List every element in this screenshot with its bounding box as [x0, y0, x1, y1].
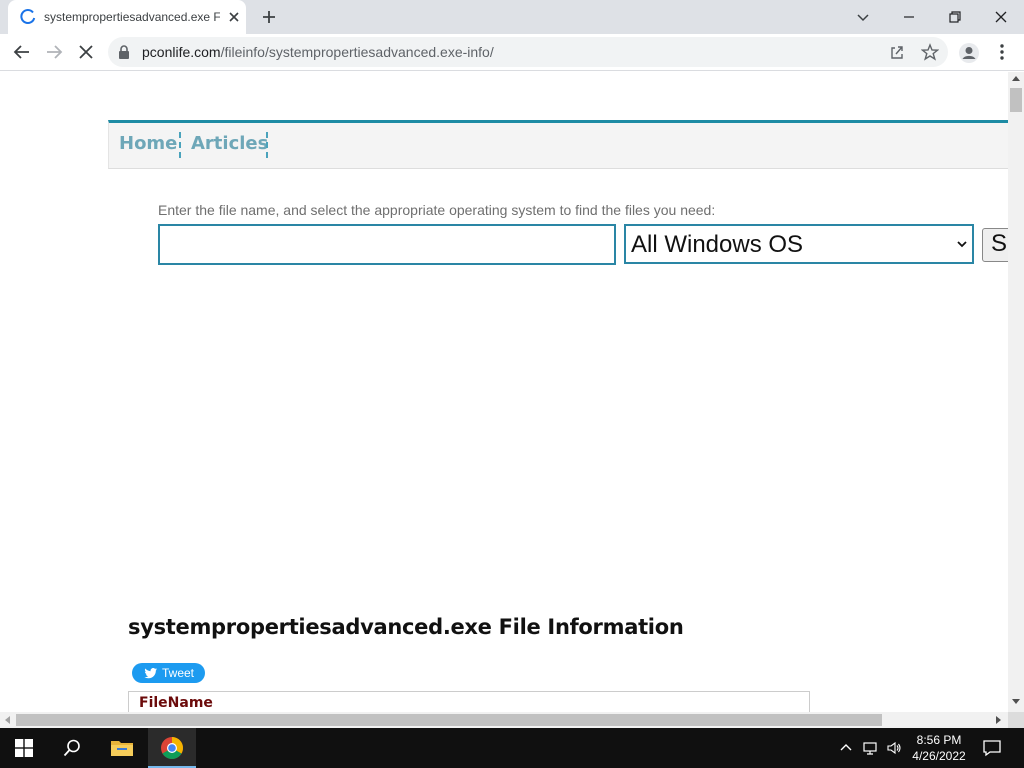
tweet-label: Tweet	[162, 666, 195, 680]
browser-toolbar: pconlife.com/fileinfo/systempropertiesad…	[0, 34, 1024, 71]
twitter-bird-icon	[144, 668, 158, 679]
stop-loading-icon[interactable]	[76, 42, 96, 62]
restore-icon[interactable]	[944, 6, 966, 28]
profile-avatar-icon[interactable]	[958, 42, 980, 64]
horizontal-scroll-thumb[interactable]	[16, 714, 882, 726]
new-tab-icon[interactable]	[260, 8, 278, 26]
nav-separator	[179, 132, 181, 158]
taskbar-file-explorer[interactable]	[98, 728, 146, 768]
network-icon[interactable]	[862, 740, 878, 756]
scroll-up-arrow-icon[interactable]	[1012, 76, 1020, 81]
scrollbar-corner	[1008, 712, 1024, 728]
tab-title: systempropertiesadvanced.exe File Inform…	[44, 10, 220, 24]
os-select-value: All Windows OS	[631, 231, 804, 258]
file-name-input[interactable]	[158, 224, 616, 265]
chevron-down-icon	[957, 241, 967, 248]
scroll-right-arrow-icon[interactable]	[996, 716, 1001, 724]
file-info-table: FileName	[128, 691, 810, 712]
search-icon	[63, 739, 80, 757]
browser-menu-icon[interactable]	[992, 42, 1012, 62]
tab-strip: systempropertiesadvanced.exe File Inform…	[0, 0, 1024, 34]
search-hint: Enter the file name, and select the appr…	[158, 202, 716, 218]
horizontal-scrollbar[interactable]	[0, 712, 1008, 728]
windows-start-icon	[15, 739, 33, 757]
minimize-icon[interactable]	[898, 6, 920, 28]
os-select[interactable]: All Windows OS	[624, 224, 974, 264]
windows-taskbar: 8:56 PM 4/26/2022	[0, 728, 1024, 768]
scroll-left-arrow-icon[interactable]	[5, 716, 10, 724]
page-viewport: Home Articles Enter the file name, and s…	[0, 72, 1008, 712]
chrome-icon	[161, 737, 183, 759]
start-button[interactable]	[0, 728, 48, 768]
close-window-icon[interactable]	[990, 6, 1012, 28]
show-hidden-icons-chevron-icon[interactable]	[838, 740, 854, 756]
vertical-scrollbar[interactable]	[1008, 72, 1024, 712]
table-header-filename: FileName	[139, 695, 213, 711]
page-title: systempropertiesadvanced.exe File Inform…	[128, 615, 684, 639]
address-bar[interactable]: pconlife.com/fileinfo/systempropertiesad…	[108, 37, 948, 67]
clock-date: 4/26/2022	[912, 749, 966, 763]
share-icon[interactable]	[889, 44, 905, 60]
site-navigation: Home Articles	[108, 120, 1008, 169]
taskbar-chrome[interactable]	[148, 728, 196, 768]
nav-link-home[interactable]: Home	[119, 133, 177, 154]
taskbar-search-button[interactable]	[48, 728, 96, 768]
scroll-down-arrow-icon[interactable]	[1012, 699, 1020, 704]
loading-spinner-icon	[20, 9, 36, 24]
file-explorer-icon	[111, 741, 133, 756]
url-path: /fileinfo/systempropertiesadvanced.exe-i…	[220, 44, 494, 60]
clock-time: 8:56 PM	[916, 733, 962, 747]
volume-icon[interactable]	[886, 740, 902, 756]
nav-separator	[266, 132, 268, 158]
lock-icon[interactable]	[118, 45, 130, 59]
url-text[interactable]: pconlife.com/fileinfo/systempropertiesad…	[142, 44, 494, 60]
url-host: pconlife.com	[142, 44, 221, 60]
search-button[interactable]: S	[982, 228, 1008, 262]
tab-search-chevron-icon[interactable]	[852, 6, 874, 28]
bookmark-star-icon[interactable]	[921, 43, 939, 61]
notification-center-icon[interactable]	[982, 738, 1002, 758]
tweet-button[interactable]: Tweet	[132, 663, 205, 683]
system-clock[interactable]: 8:56 PM 4/26/2022	[906, 732, 972, 764]
browser-tab[interactable]: systempropertiesadvanced.exe File Inform…	[8, 0, 246, 34]
close-tab-icon[interactable]	[226, 9, 242, 25]
forward-icon[interactable]	[44, 42, 64, 62]
nav-link-articles[interactable]: Articles	[191, 133, 268, 154]
back-icon[interactable]	[12, 42, 32, 62]
vertical-scroll-thumb[interactable]	[1010, 88, 1022, 112]
